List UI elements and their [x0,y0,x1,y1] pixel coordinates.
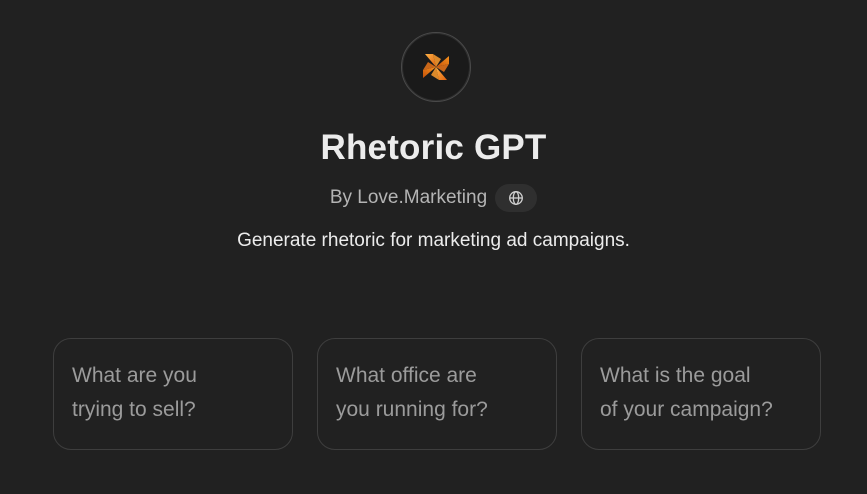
gpt-description: Generate rhetoric for marketing ad campa… [237,230,630,251]
pinwheel-logo-icon [423,54,449,80]
conversation-starter-goal[interactable]: What is the goal of your campaign? [581,338,821,450]
conversation-starter-text: What is the goal of your campaign? [600,364,773,421]
gpt-landing: Rhetoric GPT By Love.Marketing Generate … [0,0,867,494]
gpt-byline: By Love.Marketing [0,184,867,212]
conversation-starter-text: What are you trying to sell? [72,364,197,421]
author-label: By Love.Marketing [329,187,488,208]
conversation-starter-office[interactable]: What office are you running for? [317,338,557,450]
author-website-button[interactable] [495,184,538,212]
conversation-starter-sell[interactable]: What are you trying to sell? [53,338,293,450]
gpt-title: Rhetoric GPT [320,128,547,167]
conversation-starter-text: What office are you running for? [336,364,488,421]
gpt-logo [401,32,471,102]
globe-icon [509,191,524,205]
